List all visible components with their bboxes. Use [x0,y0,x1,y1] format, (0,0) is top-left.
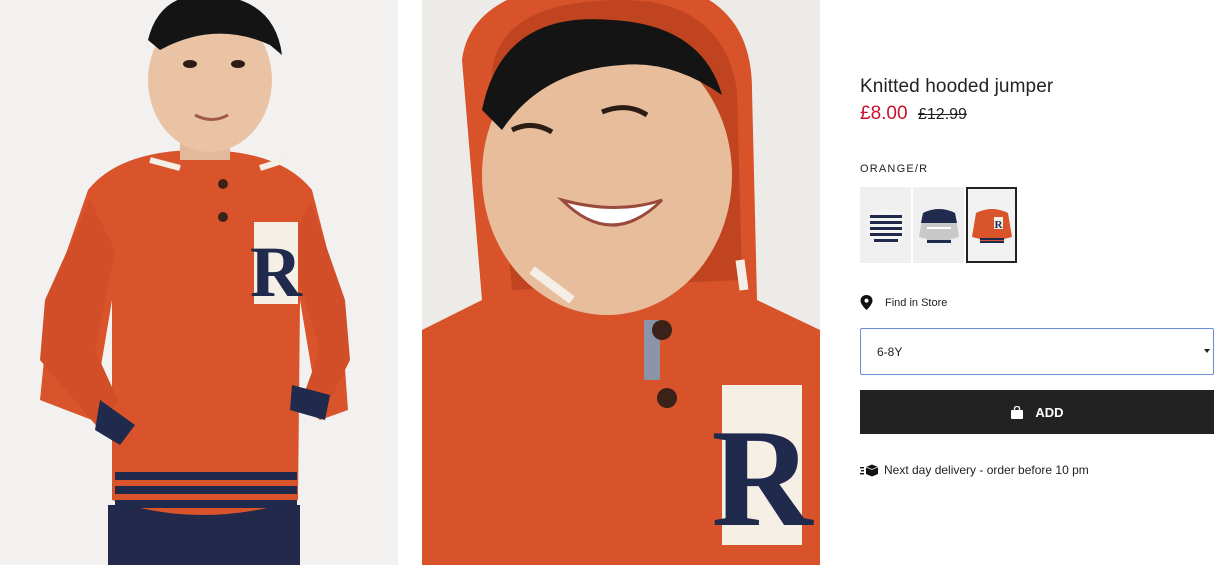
product-title: Knitted hooded jumper [860,76,1054,97]
product-image-closeup[interactable]: R [422,0,820,565]
sale-price: £8.00 [860,103,908,124]
find-in-store-label: Find in Store [885,296,948,309]
add-to-bag-button[interactable]: ADD [860,390,1214,434]
navy-grey-jumper-thumbnail [918,209,959,243]
chevron-down-icon [1204,349,1210,353]
swatch-orange-r[interactable]: R [966,187,1017,263]
delivery-truck-icon [860,464,878,476]
color-swatches: R [860,187,1017,263]
location-pin-icon [860,295,873,310]
original-price: £12.99 [918,106,967,123]
size-select[interactable]: 6-8Y [860,328,1214,375]
size-select-value: 6-8Y [877,344,903,359]
add-button-label: ADD [1035,404,1064,420]
delivery-info: Next day delivery - order before 10 pm [860,463,1089,477]
delivery-text: Next day delivery - order before 10 pm [884,463,1089,477]
swatch-navy-grey[interactable] [913,187,964,263]
product-image-front[interactable]: R [0,0,398,565]
navy-stripe-jumper-thumbnail [865,209,906,243]
price-row: £8.00 £12.99 [860,103,967,125]
shopping-bag-icon [1011,405,1024,419]
svg-text:R: R [250,232,303,312]
product-photo-closeup: R [422,0,820,565]
swatch-navy-stripe[interactable] [860,187,911,263]
svg-text:R: R [711,401,814,556]
orange-r-jumper-thumbnail: R [971,209,1012,243]
product-info-panel: Knitted hooded jumper £8.00 £12.99 ORANG… [860,0,1214,581]
selected-color-label: ORANGE/R [860,163,929,175]
find-in-store-link[interactable]: Find in Store [860,295,947,310]
product-photo-front: R [0,0,398,565]
svg-text:R: R [994,219,1003,231]
